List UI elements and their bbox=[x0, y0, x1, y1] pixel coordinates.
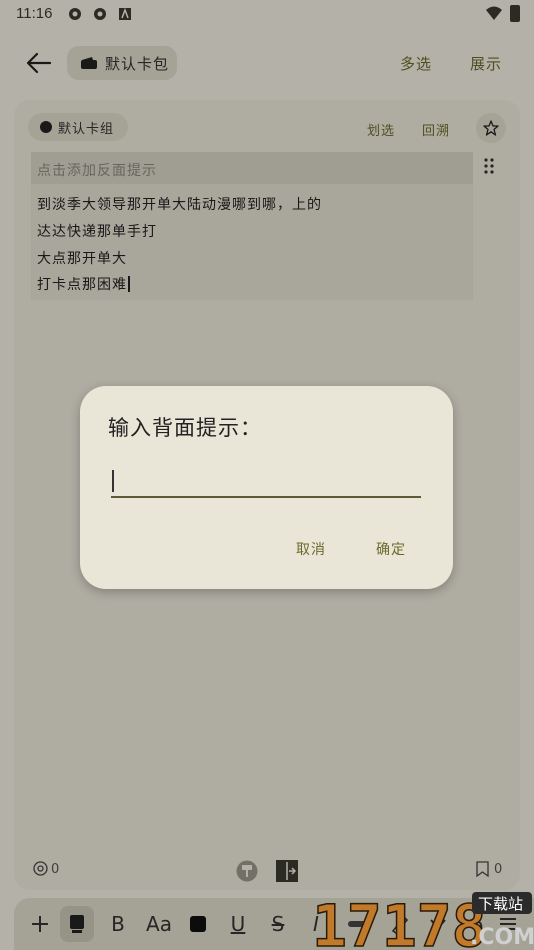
watermark-logo: 17178 下载站 .COM bbox=[312, 891, 534, 950]
watermark-suffix: .COM bbox=[470, 925, 534, 950]
dialog-title: 输入背面提示： bbox=[108, 416, 262, 440]
back-hint-dialog: 输入背面提示： 取消 确定 bbox=[80, 386, 453, 589]
confirm-button[interactable]: 确定 bbox=[376, 539, 406, 559]
watermark-number: 17178 bbox=[312, 892, 487, 950]
watermark-tag: 下载站 bbox=[478, 895, 523, 913]
input-caret bbox=[112, 470, 114, 492]
back-hint-input-field[interactable] bbox=[111, 468, 421, 498]
back-hint-input[interactable] bbox=[117, 470, 421, 494]
cancel-button[interactable]: 取消 bbox=[296, 539, 326, 559]
